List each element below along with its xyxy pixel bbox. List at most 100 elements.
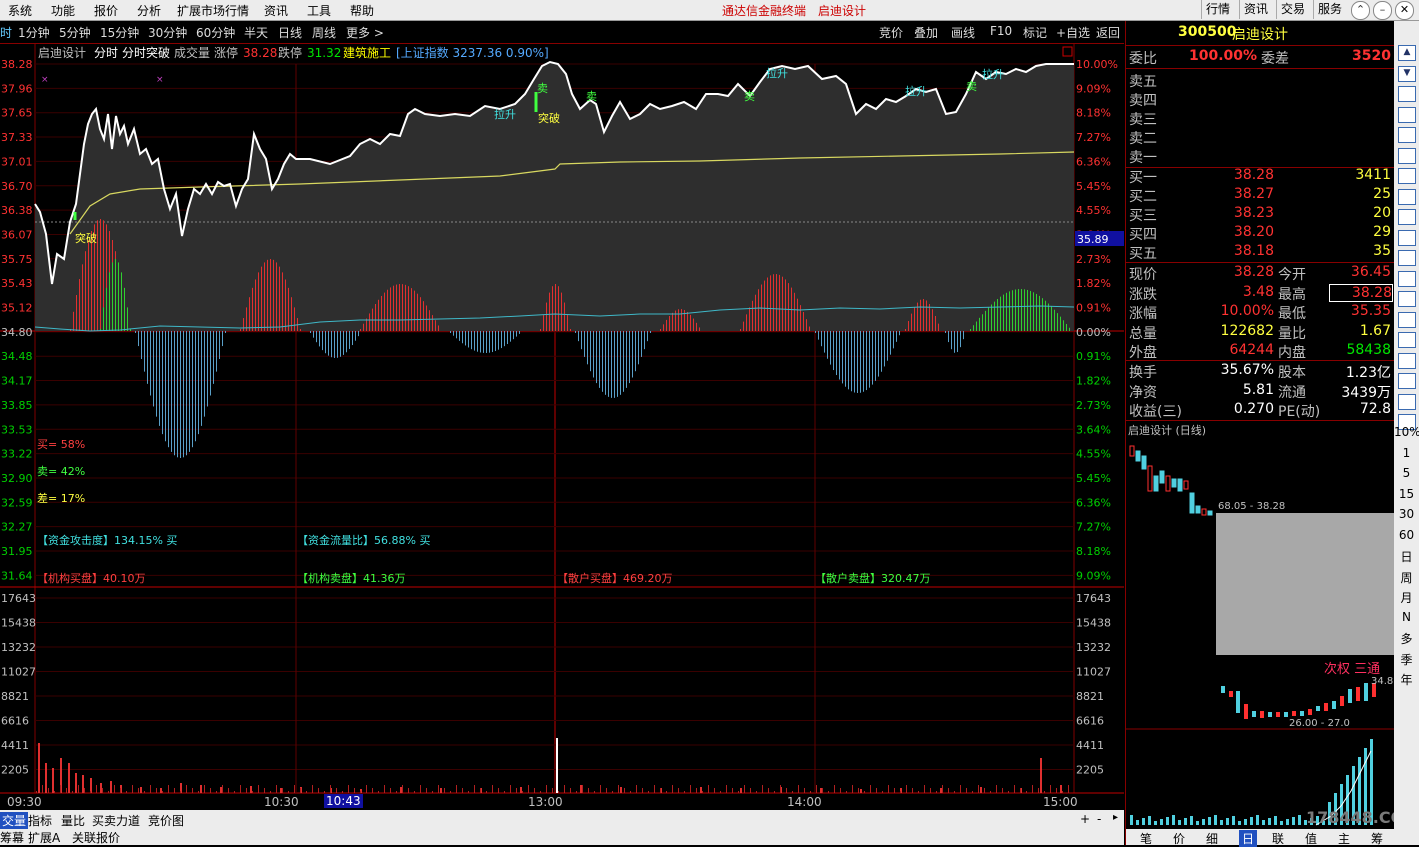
fi-icon[interactable] <box>1398 332 1416 348</box>
bid-row[interactable]: 买五 38.18 35 <box>1129 243 1391 262</box>
heart-icon[interactable] <box>1398 188 1416 205</box>
tab-more[interactable]: 更多 > <box>346 24 384 41</box>
minimize-icon[interactable]: – <box>1373 1 1392 20</box>
menu-help[interactable]: 帮助 <box>350 2 374 19</box>
tab-related-quotes[interactable]: 关联报价 <box>72 829 120 846</box>
tab-indicator[interactable]: 指标 <box>28 812 52 829</box>
mini-tab[interactable]: 细 <box>1206 830 1218 847</box>
bid-row[interactable]: 买二 38.27 25 <box>1129 186 1391 205</box>
kline-icon[interactable] <box>1398 209 1416 225</box>
trade-button[interactable]: 交易 <box>1276 0 1309 19</box>
f10-button[interactable]: F10 <box>990 24 1012 38</box>
fz-icon[interactable] <box>1398 291 1416 307</box>
flow-bar <box>270 259 271 331</box>
flow-bar <box>617 331 618 397</box>
menu-system[interactable]: 系统 <box>8 2 32 19</box>
menu-info[interactable]: 资讯 <box>264 2 288 19</box>
chart-icon[interactable] <box>1398 168 1416 184</box>
mini-tab[interactable]: 筹 <box>1371 830 1383 847</box>
side-period-button[interactable]: 日 <box>1394 548 1419 565</box>
grid-icon[interactable] <box>1398 86 1416 102</box>
flow-bar <box>453 331 454 336</box>
pullup-mark: 拉升 <box>905 84 927 98</box>
volume-bar <box>252 791 253 793</box>
tab-halfday[interactable]: 半天 <box>244 24 268 41</box>
mini-daily-chart[interactable]: 启迪设计 (日线) 68.05 - 38.28 次权 三通 34.8 26.00… <box>1126 421 1394 845</box>
mini-tab[interactable]: 联 <box>1272 830 1284 847</box>
chart-mode2-label: 分时突破 <box>122 45 170 60</box>
menu-analysis[interactable]: 分析 <box>137 2 161 19</box>
tab-15min[interactable]: 15分钟 <box>100 24 139 41</box>
expand-icon[interactable] <box>1062 46 1073 57</box>
mini-tab[interactable]: 主 <box>1338 830 1350 847</box>
zoom-out-button[interactable]: - <box>1097 812 1101 826</box>
bid-row[interactable]: 买一 38.28 3411 <box>1129 167 1391 186</box>
ask-row: 卖一 <box>1129 147 1391 166</box>
close-icon[interactable]: ✕ <box>1395 1 1414 20</box>
tab-extend-a[interactable]: 扩展A <box>28 829 60 846</box>
tab-volume-ratio[interactable]: 量比 <box>61 812 85 829</box>
fc-icon[interactable] <box>1398 250 1416 266</box>
mini-tab[interactable]: 价 <box>1173 830 1185 847</box>
back-button[interactable]: 返回 <box>1096 24 1120 41</box>
info-button[interactable]: 资讯 <box>1239 0 1272 19</box>
fu-icon[interactable] <box>1398 311 1416 328</box>
side-period-button[interactable]: 10% <box>1394 425 1419 439</box>
bid-row[interactable]: 买三 38.23 20 <box>1129 205 1391 224</box>
down-icon[interactable]: ▼ <box>1398 65 1416 82</box>
tab-chips[interactable]: 筹幕 <box>0 829 24 846</box>
side-period-button[interactable]: 30 <box>1394 507 1419 521</box>
tab-30min[interactable]: 30分钟 <box>148 24 187 41</box>
intraday-chart[interactable]: 启迪设计 分时 分时突破 成交量 涨停 38.28 跌停 31.32 建筑施工 … <box>0 44 1124 809</box>
side-period-button[interactable]: 周 <box>1394 569 1419 586</box>
chart2-icon[interactable] <box>1398 373 1416 389</box>
side-period-button[interactable]: 1 <box>1394 446 1419 460</box>
mini-tab[interactable]: 笔 <box>1140 830 1152 847</box>
side-period-button[interactable]: 季 <box>1394 651 1419 668</box>
fs-icon[interactable] <box>1398 270 1416 287</box>
quote-button[interactable]: 行情 <box>1201 0 1234 19</box>
diff-ratio: 差= 17% <box>37 491 85 505</box>
mini-tab[interactable]: 值 <box>1305 830 1317 847</box>
fund-icon[interactable] <box>1398 229 1416 246</box>
side-period-button[interactable]: N <box>1394 610 1419 624</box>
menu-quote[interactable]: 报价 <box>94 2 118 19</box>
auction-button[interactable]: 竞价 <box>879 24 903 41</box>
compare-icon[interactable] <box>1398 147 1416 164</box>
mark-button[interactable]: 标记 <box>1023 24 1047 41</box>
tab-auction-chart[interactable]: 竞价图 <box>148 812 184 829</box>
tab-weekly[interactable]: 周线 <box>312 24 336 41</box>
draw-line-button[interactable]: 画线 <box>951 24 975 41</box>
tab-1min[interactable]: 1分钟 <box>18 24 50 41</box>
side-period-button[interactable]: 年 <box>1394 671 1419 688</box>
bars-icon[interactable] <box>1398 127 1416 143</box>
list-icon[interactable] <box>1398 106 1416 123</box>
menu-function[interactable]: 功能 <box>51 2 75 19</box>
person-icon[interactable] <box>1398 352 1416 369</box>
menu-ext-market[interactable]: 扩展市场行情 <box>177 2 249 19</box>
service-button[interactable]: 服务 <box>1313 0 1346 19</box>
side-period-button[interactable]: 多 <box>1394 630 1419 647</box>
mini-tab[interactable]: 日 <box>1239 830 1258 847</box>
tab-volume[interactable]: 交量 <box>0 812 29 829</box>
bid-row[interactable]: 买四 38.20 29 <box>1129 224 1391 243</box>
chart3-icon[interactable] <box>1398 393 1416 410</box>
up-icon[interactable]: ▲ <box>1398 45 1416 61</box>
tab-5min[interactable]: 5分钟 <box>59 24 91 41</box>
menu-tools[interactable]: 工具 <box>307 2 331 19</box>
tab-daily[interactable]: 日线 <box>278 24 302 41</box>
collapse-icon[interactable]: ⌃ <box>1351 1 1370 20</box>
side-period-button[interactable]: 60 <box>1394 528 1419 542</box>
scroll-right-icon[interactable]: ▸ <box>1113 812 1118 823</box>
side-period-button[interactable]: 月 <box>1394 589 1419 606</box>
tab-intraday[interactable]: 时 <box>0 24 12 41</box>
zoom-in-button[interactable]: + <box>1080 812 1090 826</box>
side-period-button[interactable]: 15 <box>1394 487 1419 501</box>
tab-60min[interactable]: 60分钟 <box>196 24 235 41</box>
flow-bar <box>192 331 193 448</box>
flow-bar <box>587 331 588 365</box>
overlay-button[interactable]: 叠加 <box>914 24 938 41</box>
tab-buy-sell-power[interactable]: 买卖力道 <box>92 812 140 829</box>
add-watchlist-button[interactable]: +自选 <box>1056 24 1090 41</box>
side-period-button[interactable]: 5 <box>1394 466 1419 480</box>
